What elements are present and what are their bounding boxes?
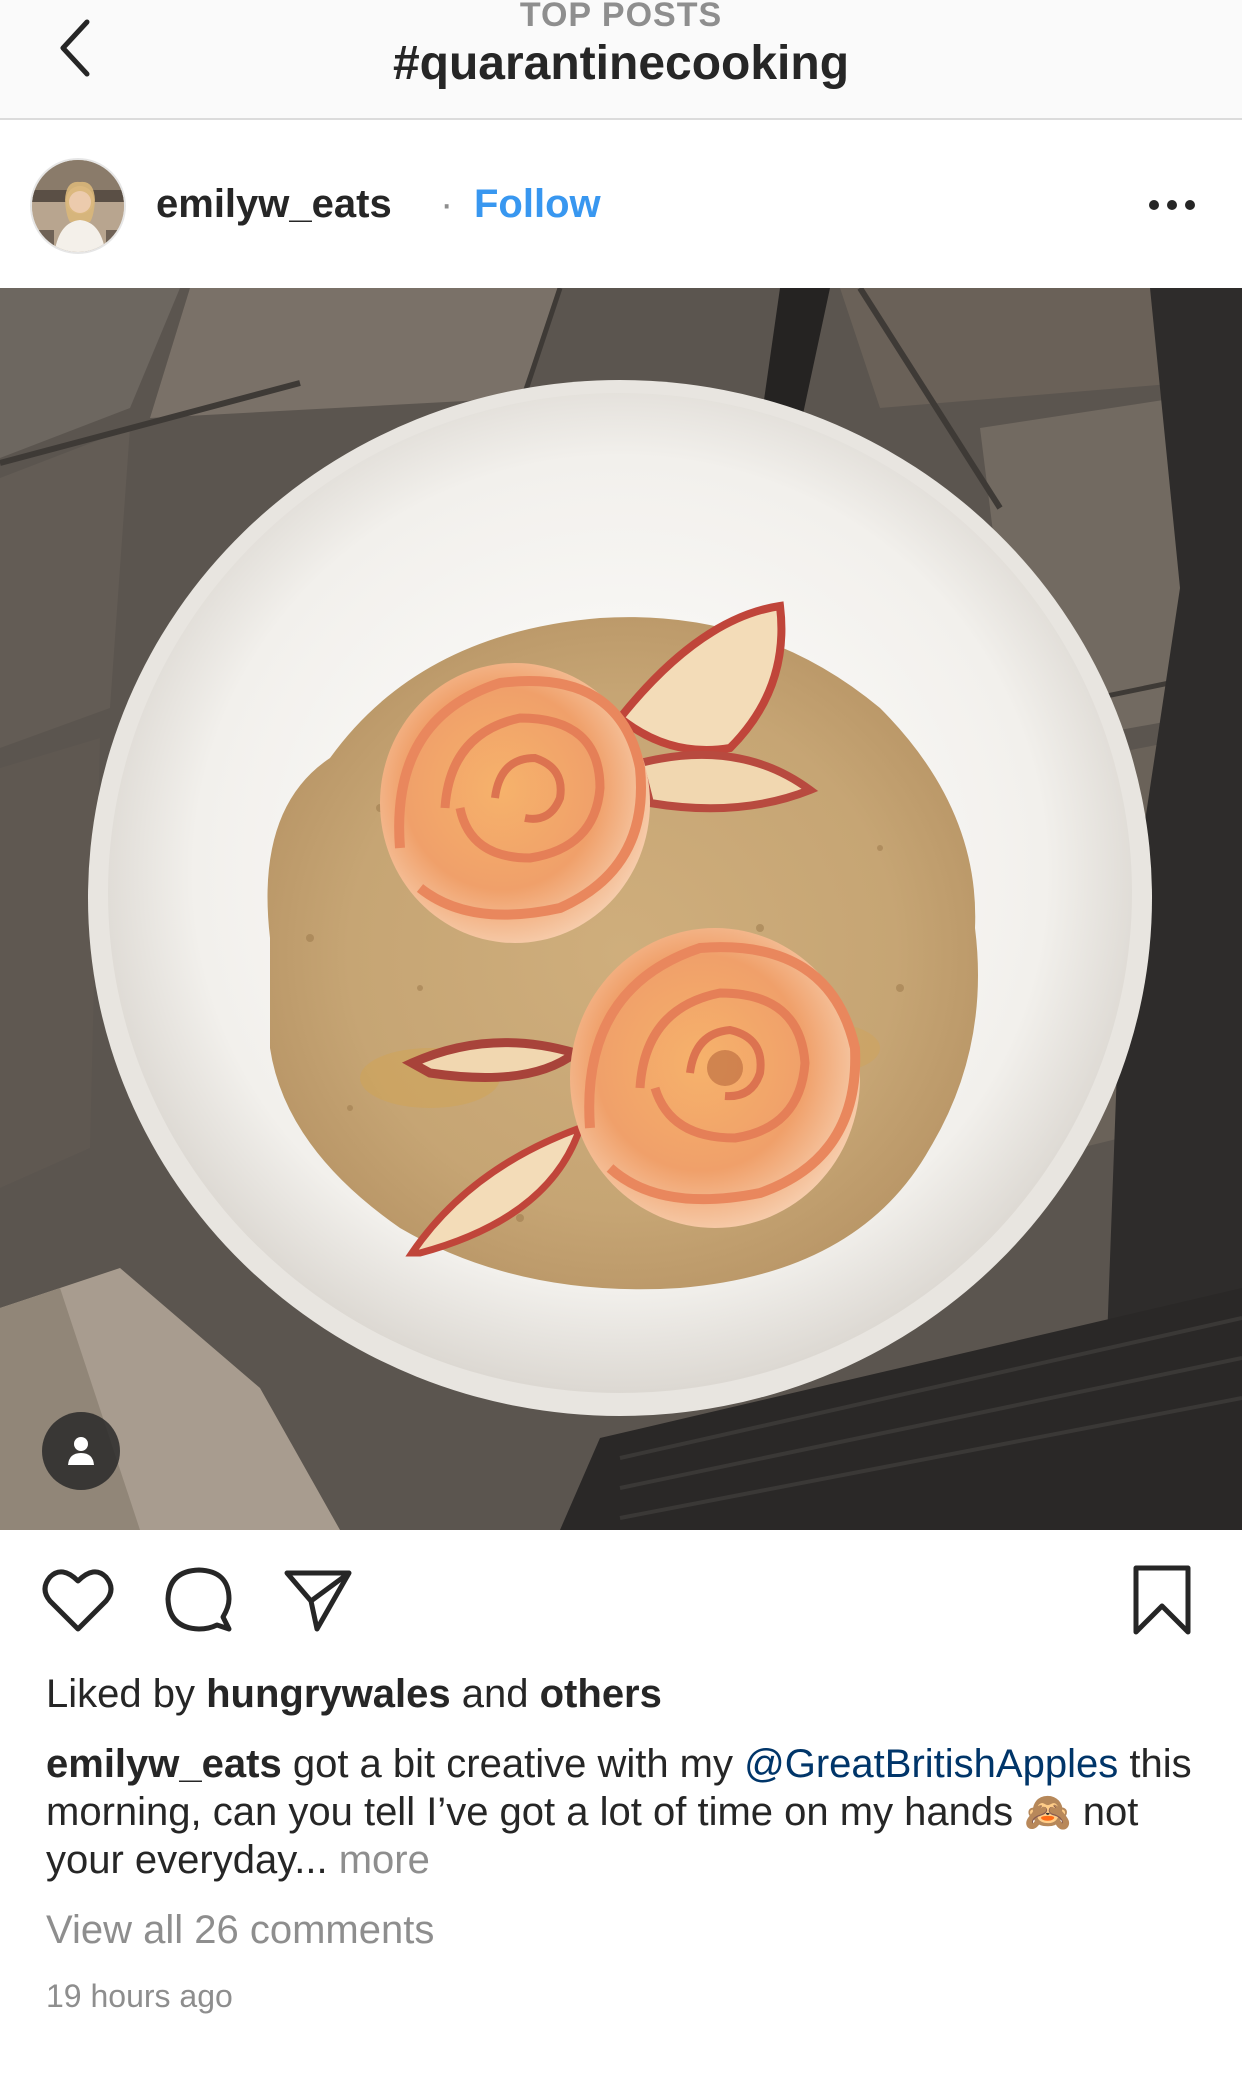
- bookmark-icon: [1133, 1565, 1191, 1635]
- liked-by-user[interactable]: hungrywales: [206, 1672, 451, 1716]
- post-username[interactable]: emilyw_eats: [156, 182, 392, 227]
- like-button[interactable]: [38, 1560, 118, 1640]
- action-bar: [0, 1530, 1242, 1670]
- ellipsis-icon: [1149, 200, 1195, 210]
- caption-text-1: got a bit creative with my: [292, 1742, 734, 1786]
- comment-button[interactable]: [158, 1560, 238, 1640]
- see-no-evil-monkey-icon: 🙈: [1024, 1790, 1072, 1834]
- likes-summary: Liked by hungrywales and others: [46, 1672, 662, 1717]
- tagged-users-button[interactable]: [42, 1412, 120, 1490]
- top-nav-bar: TOP POSTS #quarantinecooking: [0, 0, 1242, 120]
- post-caption: emilyw_eats got a bit creative with my @…: [46, 1740, 1206, 1884]
- dot-separator: ·: [440, 182, 454, 226]
- share-button[interactable]: [278, 1560, 358, 1640]
- comment-bubble-icon: [165, 1567, 232, 1632]
- post-photo[interactable]: [0, 288, 1242, 1530]
- save-button[interactable]: [1122, 1560, 1202, 1640]
- paper-plane-icon: [284, 1570, 352, 1632]
- liked-by-others[interactable]: others: [540, 1672, 662, 1716]
- liked-by-and: and: [461, 1672, 529, 1716]
- caption-username[interactable]: emilyw_eats: [46, 1742, 282, 1786]
- avatar[interactable]: [30, 158, 126, 254]
- post-header: emilyw_eats · Follow: [0, 120, 1242, 288]
- caption-more-link[interactable]: more: [339, 1838, 430, 1882]
- person-icon: [68, 1437, 94, 1465]
- more-options-button[interactable]: [1142, 190, 1202, 220]
- view-comments-link[interactable]: View all 26 comments: [46, 1908, 434, 1953]
- post-screen: TOP POSTS #quarantinecooking emilyw_eats…: [0, 0, 1242, 2078]
- post-timestamp: 19 hours ago: [46, 1978, 233, 2014]
- follow-button[interactable]: Follow: [474, 182, 601, 227]
- heart-icon: [42, 1569, 114, 1632]
- caption-mention[interactable]: @GreatBritishApples: [744, 1742, 1118, 1786]
- hashtag-title: #quarantinecooking: [392, 37, 850, 90]
- header-subtitle: TOP POSTS: [519, 0, 723, 34]
- liked-by-prefix: Liked by: [46, 1672, 195, 1716]
